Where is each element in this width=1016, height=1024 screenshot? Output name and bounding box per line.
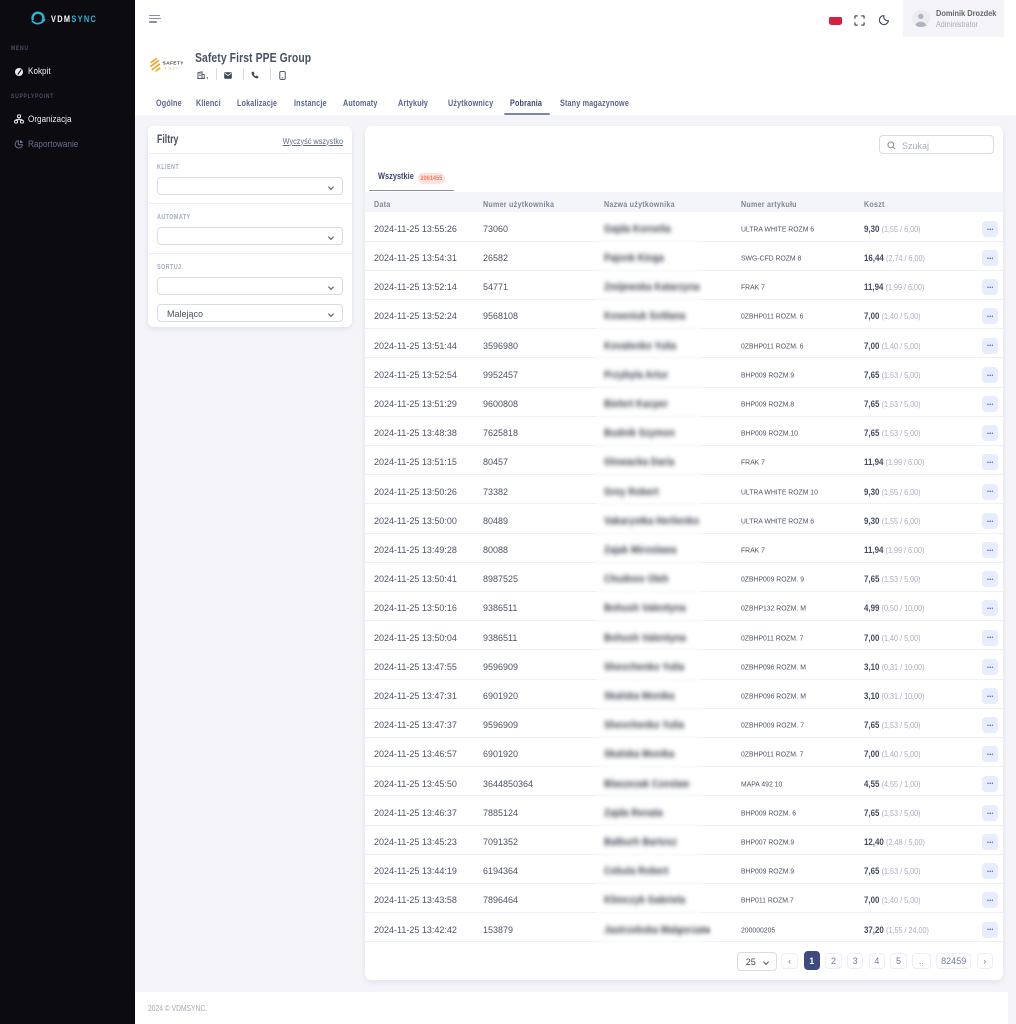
svg-text:-FIRST-: -FIRST- (163, 67, 181, 71)
